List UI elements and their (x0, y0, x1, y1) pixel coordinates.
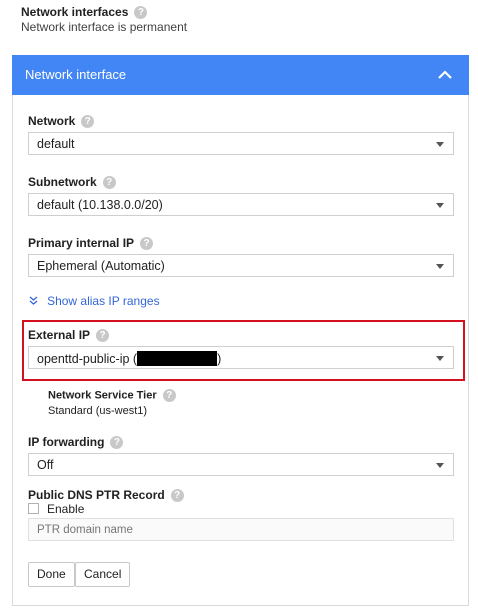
subnetwork-select-value: default (10.138.0.0/20) (37, 198, 163, 212)
help-icon[interactable]: ? (81, 115, 95, 129)
dropdown-arrow-icon (436, 142, 444, 147)
help-icon[interactable]: ? (170, 489, 184, 503)
cancel-button[interactable]: Cancel (75, 562, 131, 587)
ip-forwarding-select[interactable]: Off (28, 453, 454, 476)
enable-ptr-checkbox[interactable]: Enable (28, 502, 84, 516)
dropdown-arrow-icon (436, 463, 444, 468)
ip-forwarding-label-text: IP forwarding (28, 435, 105, 449)
primary-internal-ip-label-text: Primary internal IP (28, 236, 135, 250)
external-ip-value-prefix: openttd-public-ip ( (37, 352, 138, 366)
chevron-up-icon[interactable] (435, 65, 455, 85)
network-service-tier-value: Standard (us-west1) (48, 405, 148, 417)
ptr-domain-name-input[interactable] (28, 518, 454, 541)
network-interfaces-title: Network interfaces? (21, 5, 148, 20)
done-button[interactable]: Done (28, 562, 75, 587)
external-ip-label: External IP? (28, 328, 110, 343)
network-select-value: default (37, 137, 75, 151)
external-ip-label-text: External IP (28, 328, 91, 342)
network-select[interactable]: default (28, 132, 454, 155)
subnetwork-label-text: Subnetwork (28, 175, 97, 189)
help-icon[interactable]: ? (110, 436, 124, 450)
panel-header[interactable]: Network interface (12, 55, 469, 95)
public-dns-ptr-label: Public DNS PTR Record? (28, 488, 184, 503)
ip-forwarding-label: IP forwarding? (28, 435, 124, 450)
double-chevron-down-icon (29, 296, 41, 308)
dropdown-arrow-icon (436, 356, 444, 361)
dropdown-arrow-icon (436, 264, 444, 269)
help-icon[interactable]: ? (162, 389, 176, 402)
network-label: Network? (28, 114, 95, 129)
network-interface-panel: Network interface Network? default Subne… (12, 55, 469, 606)
enable-ptr-label: Enable (47, 502, 85, 516)
network-service-tier-label: Network Service Tier? (48, 389, 176, 402)
help-icon[interactable]: ? (140, 237, 154, 251)
panel-title: Network interface (25, 67, 127, 82)
ip-forwarding-value: Off (37, 458, 54, 472)
show-alias-ip-ranges-text: Show alias IP ranges (47, 294, 160, 308)
network-interfaces-title-text: Network interfaces (21, 5, 129, 19)
network-interfaces-subtitle: Network interface is permanent (21, 20, 188, 34)
primary-internal-ip-value: Ephemeral (Automatic) (37, 259, 165, 273)
external-ip-value-suffix: ) (217, 352, 222, 366)
help-icon[interactable]: ? (134, 6, 148, 20)
checkbox-icon[interactable] (28, 503, 39, 514)
network-label-text: Network (28, 114, 76, 128)
primary-internal-ip-label: Primary internal IP? (28, 236, 154, 251)
redacted-block (137, 351, 218, 366)
public-dns-ptr-label-text: Public DNS PTR Record (28, 488, 165, 502)
help-icon[interactable]: ? (96, 329, 110, 343)
help-icon[interactable]: ? (102, 176, 116, 190)
external-ip-select[interactable]: openttd-public-ip () (28, 346, 454, 369)
primary-internal-ip-select[interactable]: Ephemeral (Automatic) (28, 254, 454, 277)
network-service-tier-label-text: Network Service Tier (48, 389, 157, 402)
dropdown-arrow-icon (436, 203, 444, 208)
show-alias-ip-ranges-link[interactable]: Show alias IP ranges (29, 294, 160, 308)
subnetwork-label: Subnetwork? (28, 175, 116, 190)
subnetwork-select[interactable]: default (10.138.0.0/20) (28, 193, 454, 216)
